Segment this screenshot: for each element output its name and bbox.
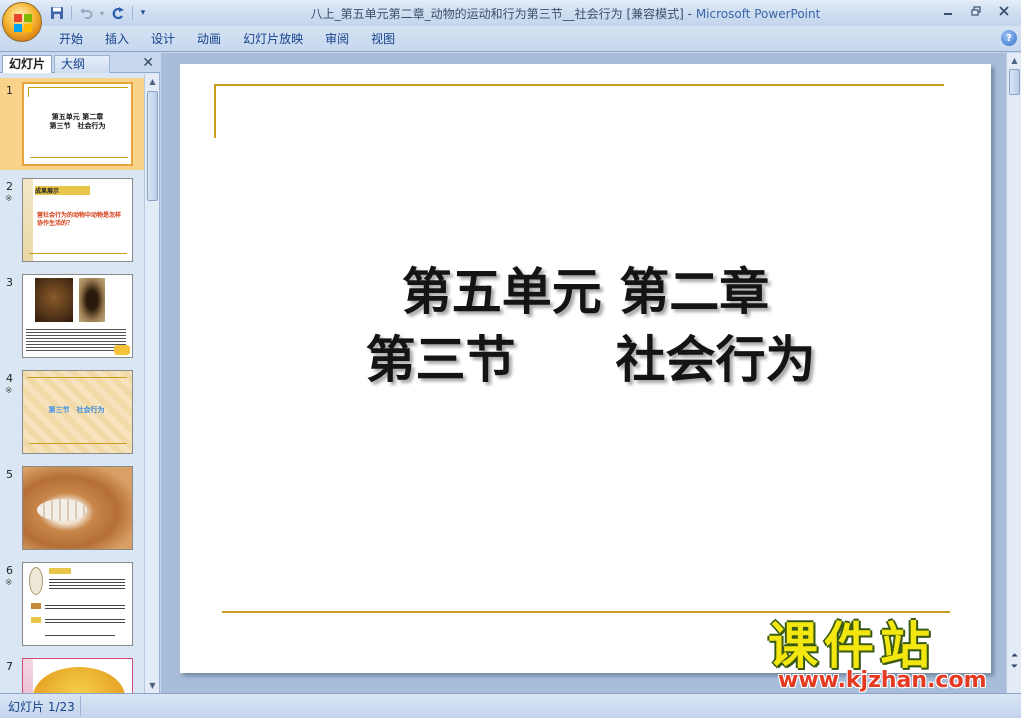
decorative-rule-left (214, 84, 216, 138)
help-icon[interactable]: ? (1001, 30, 1017, 46)
tab-home[interactable]: 开始 (48, 30, 94, 48)
animation-icon: ※ (5, 386, 13, 396)
thumbnail-number: 3 (6, 276, 13, 289)
animation-icon: ※ (5, 194, 13, 204)
restore-icon[interactable] (965, 3, 987, 19)
office-button[interactable] (2, 2, 42, 42)
thumbnail-number: 2 (6, 180, 13, 193)
previous-slide-icon[interactable]: ⏶ (1007, 651, 1021, 662)
tab-review[interactable]: 审阅 (314, 30, 360, 48)
scroll-up-icon[interactable]: ▲ (145, 74, 160, 89)
minimize-icon[interactable] (937, 3, 959, 19)
slide-title[interactable]: 第五单元 第二章 第三节 社会行为 (180, 258, 991, 394)
watermark-logo: 课件站 (768, 617, 936, 675)
slide-thumbnail-6[interactable]: 6 ※ (0, 558, 144, 650)
animation-icon: ※ (5, 578, 13, 588)
thumbnail-image: 第三节 社会行为 (22, 370, 133, 454)
tab-insert[interactable]: 插入 (94, 30, 140, 48)
document-title: 八上_第五单元第二章_动物的运动和行为第三节__社会行为 [兼容模式] (310, 7, 684, 21)
close-pane-icon[interactable]: ✕ (142, 55, 154, 71)
slide-thumbnail-1[interactable]: 1 第五单元 第二章 第三节 社会行为 (0, 78, 144, 170)
watermark-url: www.kjzhan.com (778, 668, 987, 693)
thumbnail-heading: 成果展示 (35, 188, 60, 195)
window-title: 八上_第五单元第二章_动物的运动和行为第三节__社会行为 [兼容模式] - Mi… (200, 5, 931, 22)
scrollbar-thumb[interactable] (147, 91, 158, 201)
status-separator (80, 696, 81, 716)
tab-design[interactable]: 设计 (140, 30, 186, 48)
thumbnail-image (22, 466, 133, 550)
tab-outline[interactable]: 大纲 (54, 55, 110, 73)
slide-thumbnail-3[interactable]: 3 (0, 270, 144, 362)
status-bar: 幻灯片 1/23 (0, 693, 1021, 718)
save-icon[interactable] (48, 4, 66, 22)
thumbnail-title: 第三节 社会行为 (48, 406, 105, 414)
undo-icon[interactable] (77, 4, 95, 22)
customize-qat-icon[interactable]: ▾ (138, 4, 148, 22)
scroll-up-icon[interactable]: ▲ (1007, 53, 1021, 68)
slide-thumbnail-4[interactable]: 4 ※ 第三节 社会行为 (0, 366, 144, 458)
termite-queen-photo (37, 499, 87, 521)
slide-title-line-1: 第五单元 第二章 (401, 263, 770, 321)
office-logo-icon (14, 14, 32, 32)
slide-editor: 第五单元 第二章 第三节 社会行为 (161, 53, 1006, 693)
undo-dropdown-icon[interactable]: ▾ (98, 4, 106, 22)
slide-nav-buttons: ⏶ ⏷ (1007, 651, 1021, 673)
thumbnail-question: 营社会行为的动物中动物是怎样协作生活的？ (37, 212, 122, 227)
thumbnail-number: 7 (6, 660, 13, 673)
decorative-rule-top (214, 84, 944, 86)
redo-icon[interactable] (109, 4, 127, 22)
tab-slide-show[interactable]: 幻灯片放映 (232, 30, 314, 48)
scroll-down-icon[interactable]: ▼ (145, 678, 160, 693)
decorative-rule-bottom (222, 611, 950, 613)
window-controls (937, 3, 1015, 19)
thumbnail-number: 6 (6, 564, 13, 577)
watermark: 课件站 www.kjzhan.com (768, 618, 1004, 696)
title-separator: - (683, 7, 696, 21)
thumbnail-image: 成果展示 营社会行为的动物中动物是怎样协作生活的？ (22, 178, 133, 262)
thumbnail-photo (35, 278, 73, 322)
slide-scrollbar[interactable]: ▲ ⏶ ⏷ (1006, 53, 1021, 693)
tab-slides[interactable]: 幻灯片 (2, 55, 52, 73)
scrollbar-thumb[interactable] (1009, 69, 1020, 95)
slides-pane: 幻灯片 大纲 ✕ 1 第五单元 第二章 第三节 社会行为 2 ※ 成果展示 营社… (0, 53, 160, 693)
qat-separator (71, 6, 72, 20)
app-name: Microsoft PowerPoint (695, 7, 821, 21)
thumbnail-image (22, 658, 133, 693)
slide-thumbnail-7[interactable]: 7 (0, 654, 144, 693)
thumbnail-number: 5 (6, 468, 13, 481)
thumbnail-number: 1 (6, 84, 13, 97)
tab-view[interactable]: 视图 (360, 30, 406, 48)
thumbnail-image (22, 562, 133, 646)
ribbon-tabs: 开始 插入 设计 动画 幻灯片放映 审阅 视图 (48, 30, 406, 48)
thumbnails-scrollbar[interactable]: ▲ ▼ (144, 74, 159, 693)
ribbon-tabs-bar: 开始 插入 设计 动画 幻灯片放映 审阅 视图 ? (0, 26, 1021, 52)
thumbnail-photo (79, 278, 105, 322)
slide-title-line-2: 第三节 社会行为 (365, 331, 816, 389)
slide-thumbnail-2[interactable]: 2 ※ 成果展示 营社会行为的动物中动物是怎样协作生活的？ (0, 174, 144, 266)
slide-counter: 幻灯片 1/23 (8, 700, 75, 714)
thumbnail-image: 第五单元 第二章 第三节 社会行为 (22, 82, 133, 166)
thumbnail-number: 4 (6, 372, 13, 385)
qat-separator (132, 6, 133, 20)
thumbnail-list: 1 第五单元 第二章 第三节 社会行为 2 ※ 成果展示 营社会行为的动物中动物… (0, 74, 144, 693)
thumbnail-image (22, 274, 133, 358)
title-bar: ▾ ▾ 八上_第五单元第二章_动物的运动和行为第三节__社会行为 [兼容模式] … (0, 0, 1021, 42)
tab-animations[interactable]: 动画 (186, 30, 232, 48)
slide-thumbnail-5[interactable]: 5 (0, 462, 144, 554)
close-window-icon[interactable] (993, 3, 1015, 19)
next-slide-icon[interactable]: ⏷ (1007, 662, 1021, 673)
thumbnail-title-2: 第三节 社会行为 (49, 122, 106, 130)
pane-tabs: 幻灯片 大纲 ✕ (0, 53, 160, 73)
current-slide[interactable]: 第五单元 第二章 第三节 社会行为 (180, 64, 991, 673)
quick-access-toolbar: ▾ ▾ (48, 4, 148, 22)
